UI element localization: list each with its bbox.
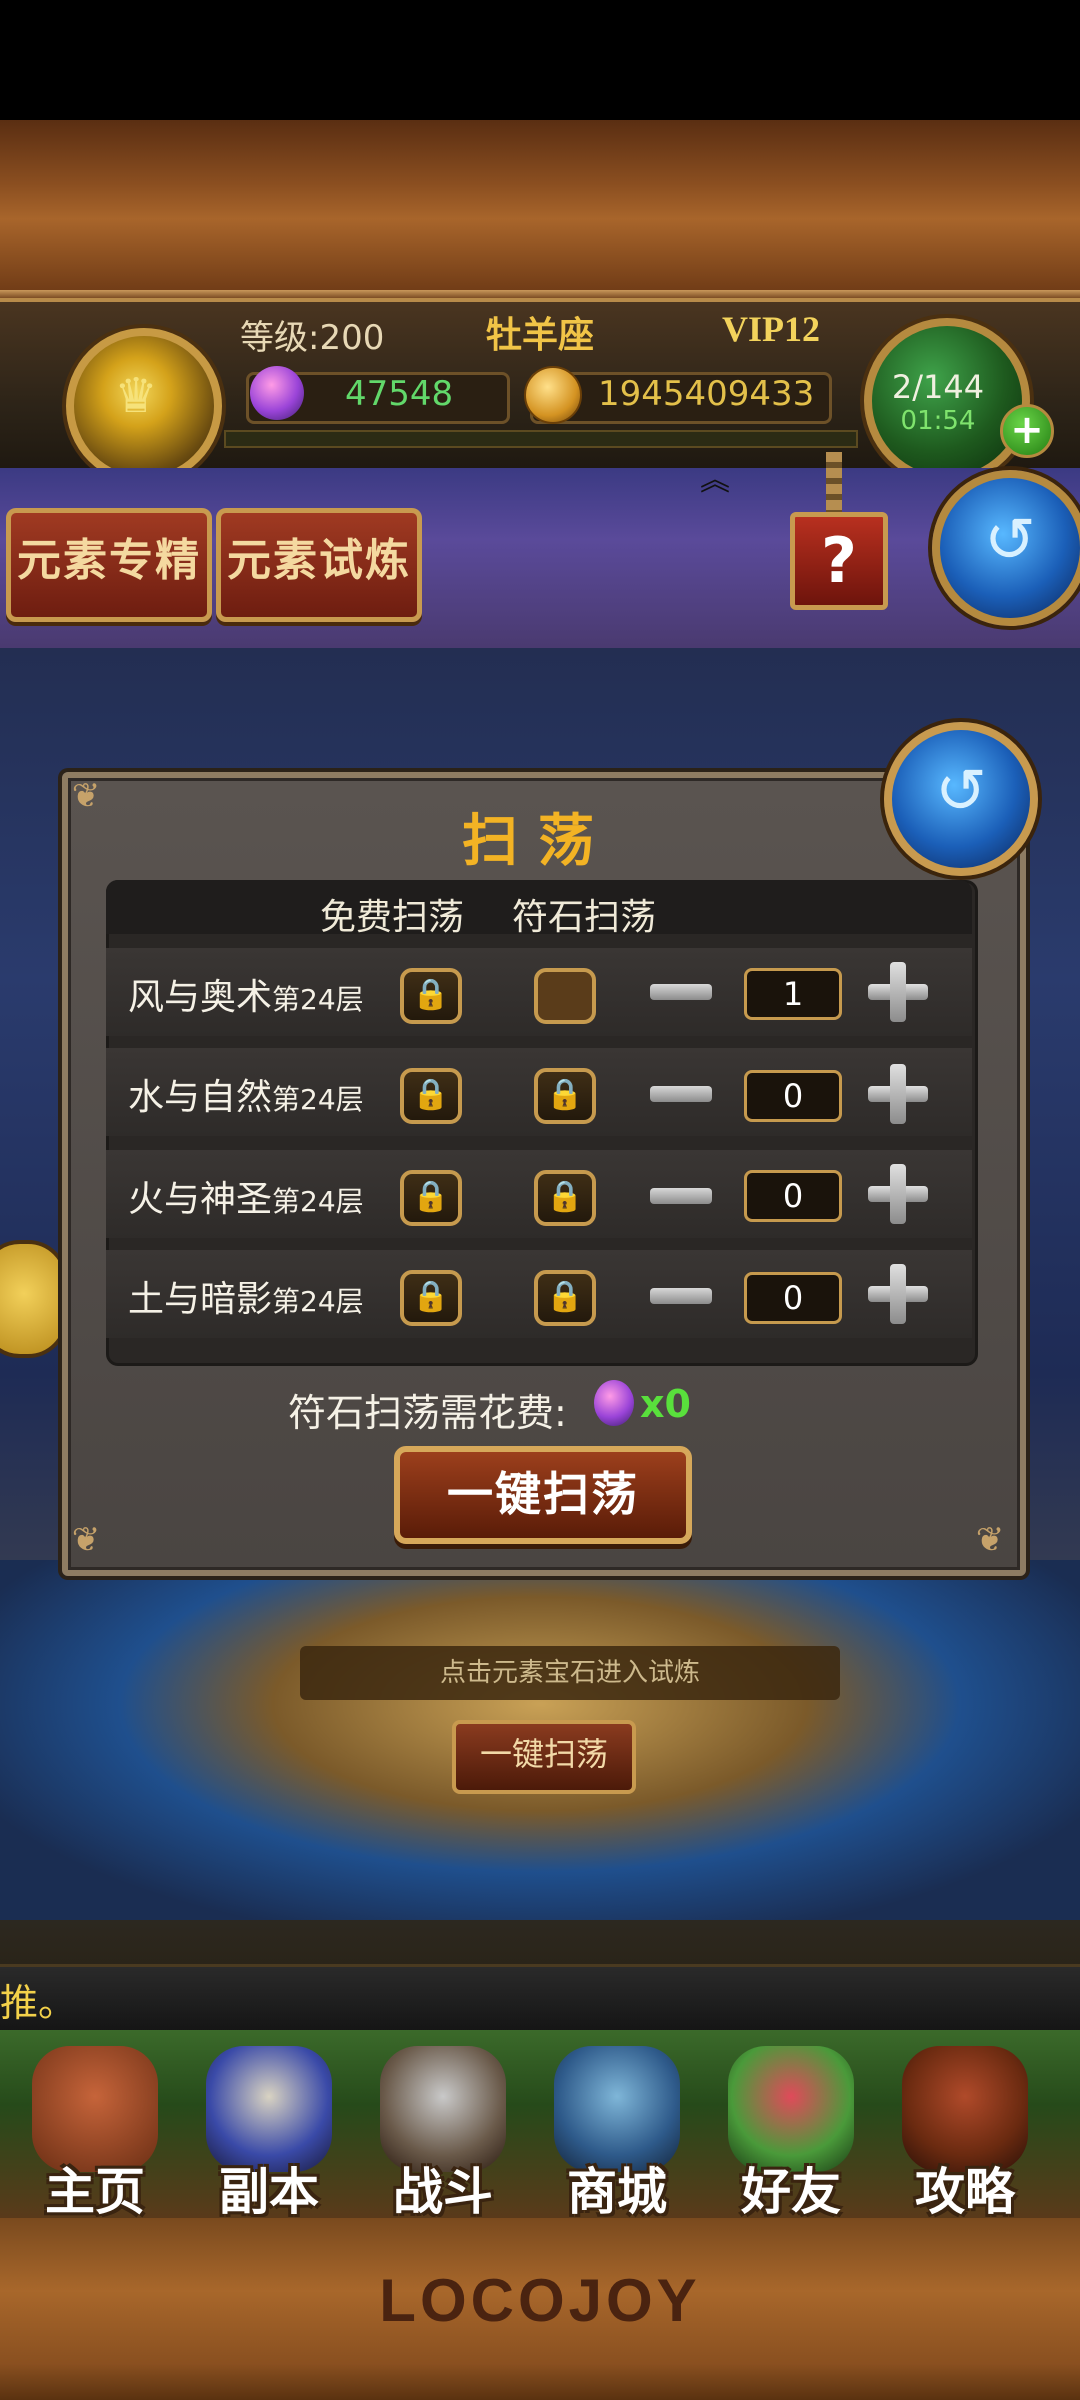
row-name: 水与自然第24层 — [128, 1077, 364, 1118]
sweep-count[interactable]: 0 — [744, 1170, 842, 1222]
nav-guide[interactable]: 攻略 — [880, 2040, 1050, 2221]
decrease-button[interactable] — [650, 1086, 712, 1102]
tab-element-mastery[interactable]: 元素专精 — [6, 508, 212, 622]
nav-label: 主页 — [45, 2163, 145, 2221]
nav-battle[interactable]: 战斗 — [358, 2040, 528, 2221]
nav-home[interactable]: 主页 — [10, 2040, 180, 2221]
energy-value: 2/144 — [891, 368, 985, 406]
dialog-title: 扫荡 — [462, 809, 614, 874]
exp-progress-bar — [224, 430, 858, 448]
increase-button[interactable] — [868, 1164, 928, 1224]
sweep-count[interactable]: 1 — [744, 968, 842, 1020]
crown-icon: ♛ — [114, 368, 158, 424]
trial-hint: 点击元素宝石进入试炼 — [300, 1646, 840, 1700]
corner-ornament-icon: ❦ — [71, 1520, 101, 1560]
lock-icon: 🔒 — [546, 1077, 584, 1112]
decrease-button[interactable] — [650, 1288, 712, 1304]
announcement-text: 推。 — [0, 1981, 77, 2025]
close-dialog-button[interactable]: ↺ — [884, 722, 1038, 876]
increase-button[interactable] — [868, 1264, 928, 1324]
increase-button[interactable] — [868, 962, 928, 1022]
lock-icon: 🔒 — [412, 1179, 450, 1214]
rune-cost-value: x0 — [640, 1382, 691, 1426]
lock-icon: 🔒 — [412, 1077, 450, 1112]
player-nickname: 牡羊座 — [486, 315, 595, 356]
gems-value: 47548 — [345, 374, 454, 414]
free-sweep-lock: 🔒 — [400, 968, 462, 1024]
rune-sweep-lock: 🔒 — [534, 1270, 596, 1326]
lock-icon: 🔒 — [546, 1279, 584, 1314]
nav-label: 攻略 — [915, 2163, 1015, 2221]
side-mask-icon[interactable] — [0, 1240, 68, 1358]
refresh-icon: ↺ — [935, 754, 987, 827]
vip-badge[interactable]: VIP12 — [722, 308, 820, 350]
row-name: 土与暗影第24层 — [128, 1279, 364, 1320]
decrease-button[interactable] — [650, 984, 712, 1000]
free-sweep-lock: 🔒 — [400, 1270, 462, 1326]
status-bar-black — [0, 0, 1080, 120]
gem-icon — [594, 1380, 634, 1426]
header-ornament — [0, 120, 1080, 300]
player-level: 等级:200 — [240, 318, 385, 358]
column-rune-sweep: 符石扫荡 — [512, 897, 657, 938]
free-sweep-lock: 🔒 — [400, 1068, 462, 1124]
row-name: 风与奥术第24层 — [128, 977, 364, 1018]
tab-element-trial[interactable]: 元素试炼 — [216, 508, 422, 622]
lock-icon: 🔒 — [412, 977, 450, 1012]
energy-timer: 01:54 — [900, 406, 976, 436]
background-sweep-button[interactable]: 一键扫荡 — [452, 1720, 636, 1794]
lock-icon: 🔒 — [412, 1279, 450, 1314]
add-energy-button[interactable]: + — [1000, 404, 1054, 458]
corner-ornament-icon: ❦ — [975, 1520, 1005, 1560]
chain-decoration — [826, 452, 842, 514]
nav-label: 战斗 — [393, 2163, 493, 2221]
rune-sweep-lock: 🔒 — [534, 1068, 596, 1124]
rune-sweep-lock: 🔒 — [534, 1170, 596, 1226]
nav-label: 副本 — [219, 2163, 319, 2221]
back-button[interactable]: ↺ — [932, 470, 1080, 626]
nav-label: 商城 — [567, 2163, 667, 2221]
announcement-bar — [0, 1964, 1080, 2034]
nav-shop[interactable]: 商城 — [532, 2040, 702, 2221]
nav-dungeon[interactable]: 副本 — [184, 2040, 354, 2221]
decrease-button[interactable] — [650, 1188, 712, 1204]
increase-button[interactable] — [868, 1064, 928, 1124]
column-free-sweep: 免费扫荡 — [320, 897, 465, 938]
refresh-icon: ↺ — [984, 503, 1036, 576]
nav-friends[interactable]: 好友 — [706, 2040, 876, 2221]
nav-label: 好友 — [741, 2163, 841, 2221]
rune-sweep-checkbox[interactable] — [534, 968, 596, 1024]
row-name: 火与神圣第24层 — [128, 1179, 364, 1220]
one-click-sweep-button[interactable]: 一键扫荡 — [394, 1446, 692, 1544]
free-sweep-lock: 🔒 — [400, 1170, 462, 1226]
coin-icon — [524, 366, 582, 424]
sweep-count[interactable]: 0 — [744, 1070, 842, 1122]
help-button[interactable]: ? — [790, 512, 888, 610]
lock-icon: 🔒 — [546, 1179, 584, 1214]
rune-cost-label: 符石扫荡需花费: — [288, 1391, 567, 1435]
gem-icon — [250, 366, 304, 420]
sweep-count[interactable]: 0 — [744, 1272, 842, 1324]
brand-logo: LOCOJOY — [379, 2267, 701, 2334]
gold-value: 1945409433 — [598, 374, 815, 414]
bird-icon: ︽ — [700, 463, 730, 498]
game-screen: ♛ 等级:200 牡羊座 VIP12 47548 1945409433 2/14… — [0, 0, 1080, 2400]
